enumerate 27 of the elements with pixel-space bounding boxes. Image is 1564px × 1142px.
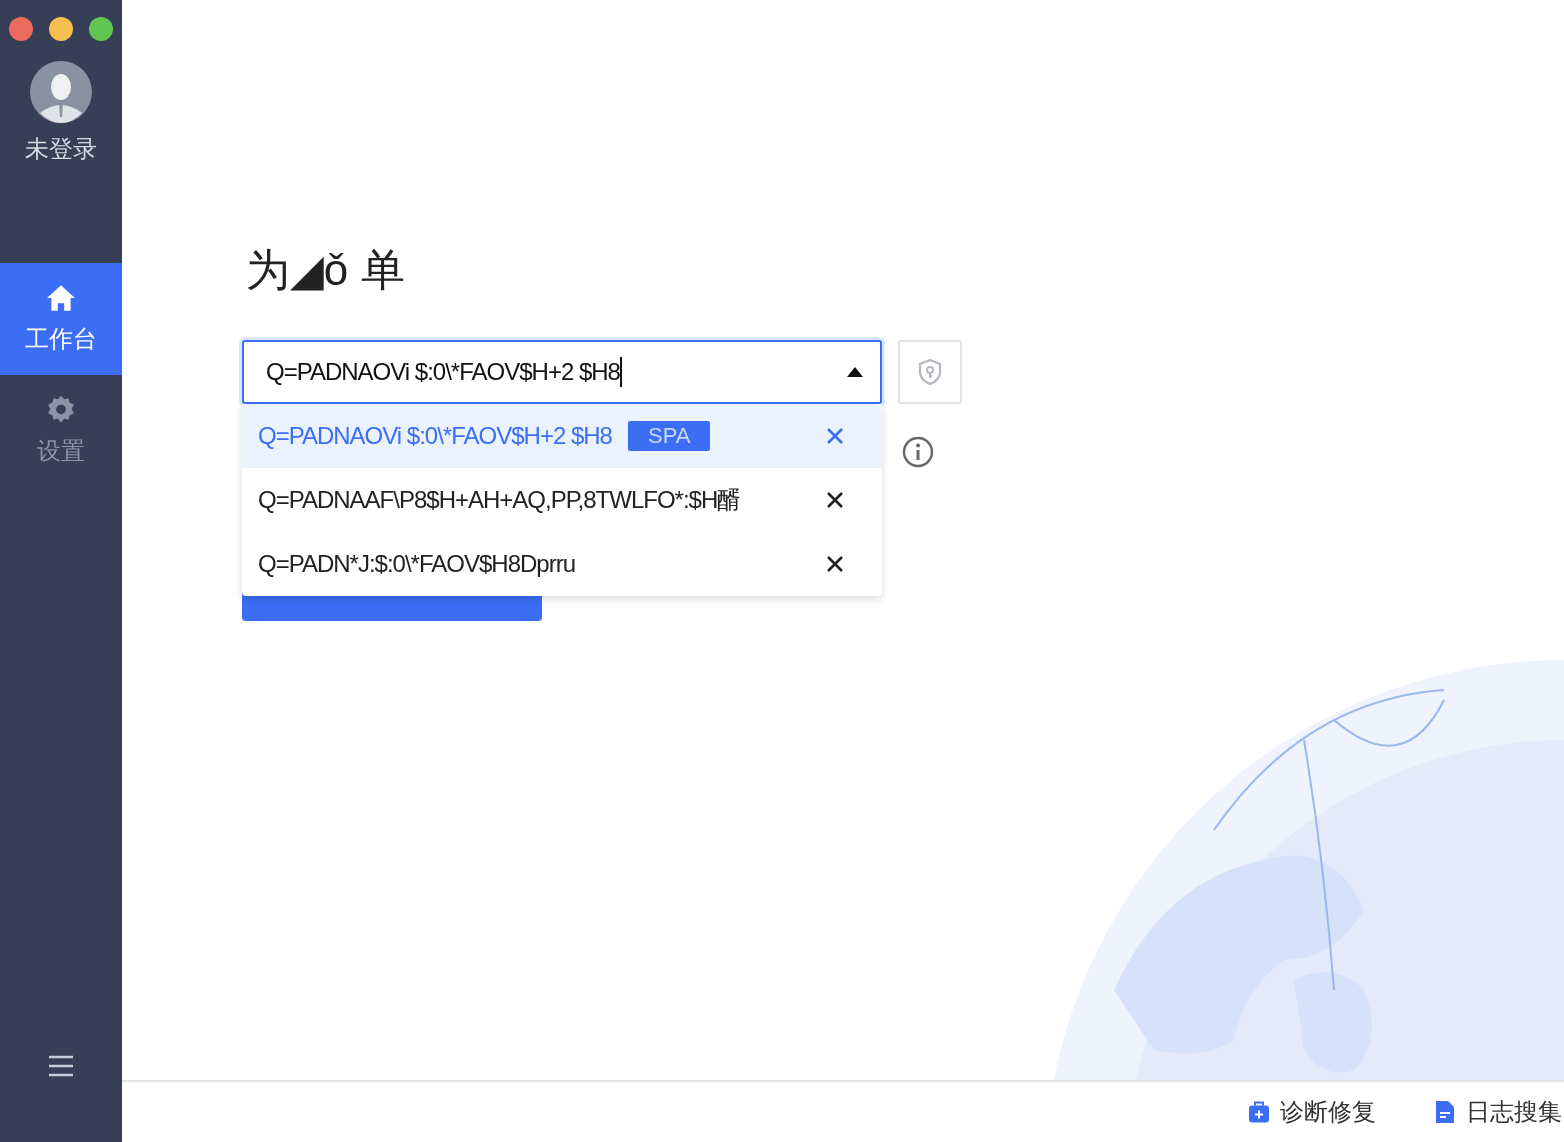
user-name: 未登录 xyxy=(25,134,97,164)
select-value: Q=PADNAOVi $:0\*FAOV$H+2 $H8 xyxy=(244,357,622,387)
badge: SPA xyxy=(627,421,711,451)
option-text: Q=PADNAAF\P8$H+AH+AQ,PP,8TWLFO*:$H醑 xyxy=(258,485,741,515)
minimize-icon[interactable] xyxy=(49,17,73,41)
dropdown-field[interactable]: Q=PADNAOVi $:0\*FAOV$H+2 $H8 xyxy=(242,340,882,404)
document-icon xyxy=(1434,1100,1456,1124)
option-text: Q=PADN*J:$:0\*FAOV$H8Dprru xyxy=(258,550,576,578)
page-title: 为◢ǒ 单 xyxy=(246,244,406,296)
footer-link[interactable]: 诊断修复 xyxy=(1248,1096,1376,1128)
home-icon xyxy=(46,283,76,313)
close-icon[interactable] xyxy=(9,17,33,41)
settings-icon xyxy=(46,395,76,425)
shield-icon xyxy=(918,358,942,386)
remove-icon[interactable] xyxy=(826,555,844,573)
dropdown-option[interactable]: Q=PADNAOVi $:0\*FAOV$H+2 $H8 SPA xyxy=(242,404,882,468)
medical-kit-icon xyxy=(1248,1100,1270,1124)
info-icon[interactable] xyxy=(902,436,934,468)
dropdown-option[interactable]: Q=PADN*J:$:0\*FAOV$H8Dprru xyxy=(242,532,882,596)
maximize-icon[interactable] xyxy=(89,17,113,41)
nav-item[interactable]: 工作台 xyxy=(0,263,122,375)
remove-icon[interactable] xyxy=(826,491,844,509)
footer-link[interactable]: 日志搜集 xyxy=(1434,1096,1562,1128)
menu-icon[interactable] xyxy=(47,1054,75,1078)
option-text: Q=PADNAOVi $:0\*FAOV$H+2 $H8 xyxy=(258,422,612,450)
avatar-icon[interactable] xyxy=(30,61,92,123)
dropdown-option[interactable]: Q=PADNAAF\P8$H+AH+AQ,PP,8TWLFO*:$H醑 xyxy=(242,468,882,532)
